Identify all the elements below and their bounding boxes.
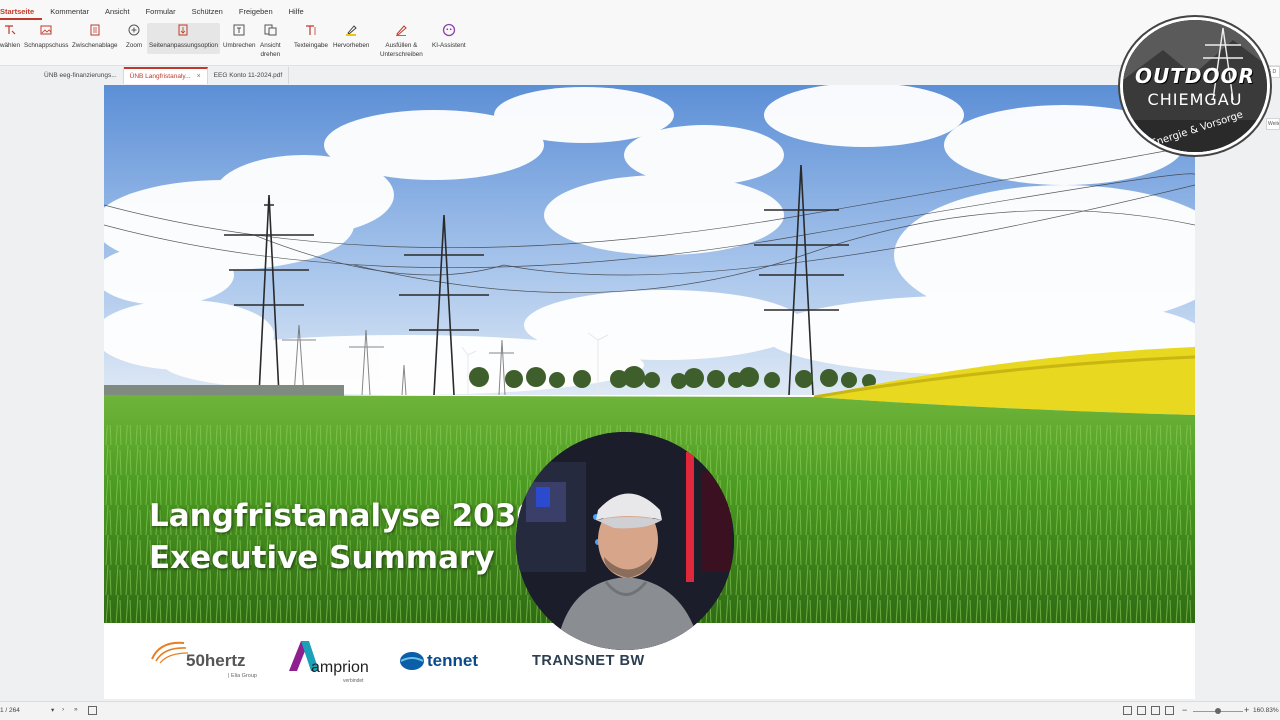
menu-ansicht[interactable]: Ansicht [97,7,138,20]
tab-eeg-finanzierung[interactable]: ÜNB eeg-finanzierungs... [38,67,124,84]
page-copy-icon[interactable] [88,706,97,715]
text-select-icon [4,25,16,35]
highlight-label: Hervorheben [333,42,370,49]
status-bar: 1 / 264 ▾ › » − + 160.83% [0,701,1280,720]
zoom-icon [128,24,140,36]
amprion-subline: verbindet [343,678,364,684]
grid-view-icon[interactable] [1165,706,1174,715]
page-indicator[interactable]: 1 / 264 [0,707,20,714]
menu-freigeben[interactable]: Freigeben [231,7,281,20]
zoom-in-icon[interactable]: + [1244,705,1249,715]
snapshot-icon [40,25,52,35]
webcam-overlay [516,432,734,650]
badge-line-1: OUTDOOR [1135,64,1255,88]
text-input-button[interactable]: Texteingabe [294,23,328,50]
right-side-panel: F D Weite [1196,66,1280,702]
logo-transnet-bw: TRANSNET BW [532,653,662,675]
clipboard-label: Zwischenablage [72,42,118,49]
page-dropdown-chevron-icon[interactable]: ▾ [51,706,54,714]
fill-sign-label-1: Ausfüllen & [385,42,418,49]
amprion-wordmark: amprion [311,659,369,676]
continuous-view-icon[interactable] [1137,706,1146,715]
presenter-video [516,432,734,650]
slide-title-line-2: Executive Summary [149,540,495,576]
tab-label: EEG Konto 11-2024.pdf [213,72,283,79]
clipboard-button[interactable]: Zwischenablage [72,23,118,50]
menu-startseite[interactable]: Startseite [0,7,43,20]
next-page-icon[interactable]: › [62,706,64,713]
zoom-slider-handle[interactable] [1215,708,1221,714]
wrap-button[interactable]: Umbrechen [223,23,256,50]
rotate-view-label-2: drehen [260,51,281,58]
channel-logo-badge: OUTDOOR CHIEMGAU Energie & Vorsorge [1120,17,1270,155]
two-page-view-icon[interactable] [1151,706,1160,715]
ribbon-toolbar: wählen Schnappschuss Zwischenablage Zoom… [0,20,1280,66]
menu-bar: Startseite Kommentar Ansicht Formular Sc… [0,0,1280,20]
rotate-view-label-1: Ansicht [260,42,281,49]
panel-item-b[interactable]: Weite [1266,118,1280,130]
tab-label: ÜNB Langfristanaly... [129,73,191,80]
logo-amprion: amprion verbindet [287,641,377,685]
page-fit-label: Seitenanpassungsoption [149,42,218,49]
tennet-globe-icon [400,652,424,670]
rotate-view-button[interactable]: Ansicht drehen [260,23,281,59]
page-fit-button[interactable]: Seitenanpassungsoption [147,23,220,54]
menu-hilfe[interactable]: Hilfe [281,7,312,20]
menu-schuetzen[interactable]: Schützen [184,7,231,20]
close-icon[interactable]: × [197,73,201,80]
snapshot-button[interactable]: Schnappschuss [24,23,68,50]
pen-sign-icon [396,25,408,36]
snapshot-label: Schnappschuss [24,42,69,49]
zoom-level[interactable]: 160.83% [1253,707,1279,714]
ai-assistant-label: KI-Assistent [432,42,466,49]
50hertz-swoosh-icon [151,641,189,664]
page-fit-icon [178,24,188,36]
50hertz-subline: | Elia Group [228,673,257,679]
transnet-wordmark: TRANSNET BW [532,653,645,669]
slide-title-line-1: Langfristanalyse 2030 [149,498,538,534]
text-input-icon [305,25,316,35]
50hertz-wordmark: 50hertz [186,651,246,670]
zoom-out-icon[interactable]: − [1182,705,1187,715]
zoom-label: Zoom [126,42,143,49]
menu-formular[interactable]: Formular [138,7,184,20]
tab-eeg-konto[interactable]: EEG Konto 11-2024.pdf [208,67,290,84]
last-page-icon[interactable]: » [74,706,78,713]
rotate-view-icon [264,24,277,36]
tab-langfristanalyse[interactable]: ÜNB Langfristanaly... × [123,67,208,84]
tab-label: ÜNB eeg-finanzierungs... [44,72,117,79]
ai-assistant-button[interactable]: KI-Assistent [432,23,466,50]
zoom-button[interactable]: Zoom [126,23,142,50]
pdf-viewer-window: Startseite Kommentar Ansicht Formular Sc… [0,0,1280,720]
badge-line-2: CHIEMGAU [1147,90,1243,109]
fill-sign-label-2: Unterschreiben [380,51,423,58]
logo-tennet: tennet [399,651,509,675]
select-tool-button[interactable]: wählen [0,23,20,50]
highlighter-icon [346,25,357,36]
fill-sign-button[interactable]: Ausfüllen & Unterschreiben [380,23,423,59]
wrap-icon [233,24,245,36]
document-tab-bar: ÜNB eeg-finanzierungs... ÜNB Langfristan… [0,67,1280,84]
clipboard-icon [90,24,100,36]
single-page-view-icon[interactable] [1123,706,1132,715]
text-input-label: Texteingabe [294,42,328,49]
ai-assistant-icon [442,23,455,37]
tennet-wordmark: tennet [427,651,478,670]
logo-50hertz: 50hertz | Elia Group [146,637,266,685]
menu-kommentar[interactable]: Kommentar [42,7,97,20]
wrap-label: Umbrechen [223,42,256,49]
highlight-button[interactable]: Hervorheben [333,23,369,50]
select-tool-label: wählen [0,42,20,49]
